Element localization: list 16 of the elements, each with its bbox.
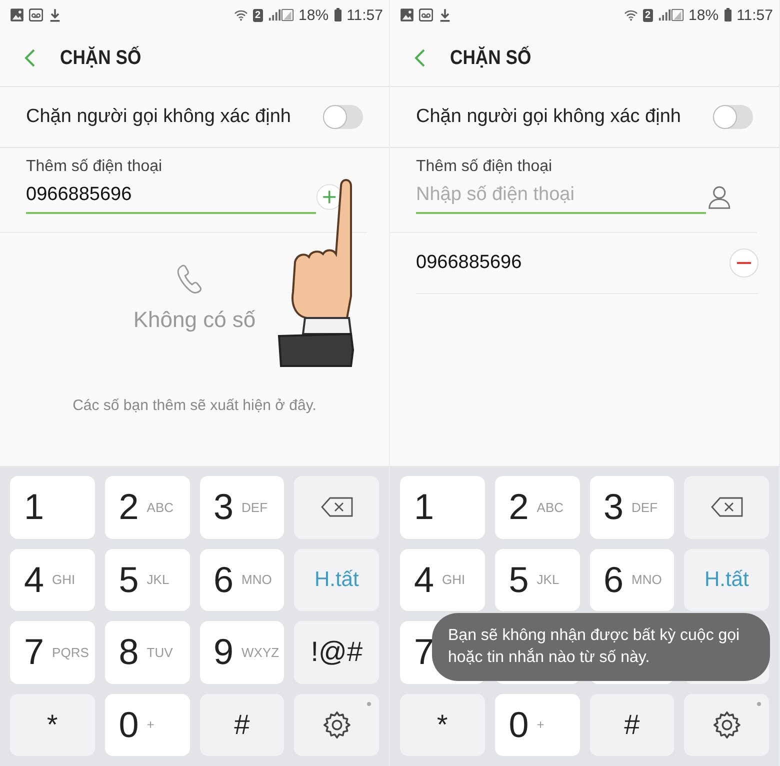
field-label: Thêm số điện thoại: [26, 158, 164, 176]
empty-title: Không có số: [133, 307, 256, 333]
status-time: 11:57: [736, 6, 773, 24]
battery-percent: 18%: [298, 6, 329, 24]
battery-percent: 18%: [688, 6, 719, 24]
message-toast: Bạn sẽ không nhận được bất kỳ cuộc gọi hoặc tin nhắn nào từ số này.: [432, 613, 770, 681]
status-time: 11:57: [346, 6, 383, 24]
screen-title: CHẶN SỐ: [450, 46, 532, 70]
screen-title: CHẶN SỐ: [60, 46, 142, 70]
sim-badge: 2: [642, 8, 653, 22]
field-label: Thêm số điện thoại: [416, 158, 554, 176]
sim-badge: 2: [252, 8, 263, 22]
empty-hint: Các số bạn thêm sẽ xuất hiện ở đây.: [72, 397, 318, 414]
setting-label: Chặn người gọi không xác định: [26, 106, 291, 128]
setting-label: Chặn người gọi không xác định: [416, 106, 681, 128]
blocked-number: 0966885696: [416, 252, 522, 274]
